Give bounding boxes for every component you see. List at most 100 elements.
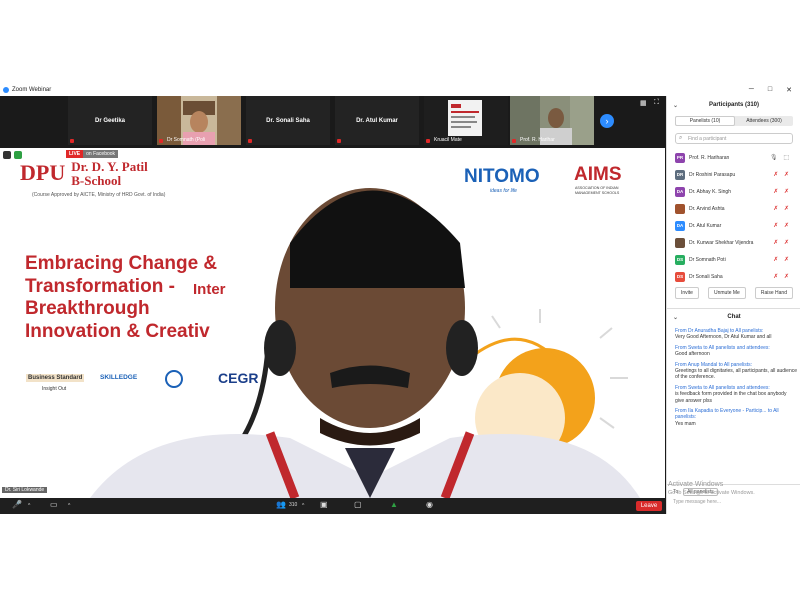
mic-video-muted-icon: ✗ ✗ <box>773 206 791 212</box>
tile-name: Dr Geetika <box>94 117 125 124</box>
tile-prof-hariharan[interactable]: Prof. R. Harihar <box>510 96 594 145</box>
school-subtitle: (Course Approved by AICTE, Ministry of H… <box>32 192 166 198</box>
aims-logo: AIMS <box>574 164 622 185</box>
tile-dr-geetika[interactable]: Dr Geetika <box>68 96 152 145</box>
participant-row[interactable]: DR Dr Roshini Parasapu ✗ ✗ <box>667 166 795 183</box>
collapse-chevron-icon[interactable]: ⌄ <box>673 102 678 109</box>
partner-logo: NITOMO <box>464 166 540 187</box>
tile-label: Kruacil Mate <box>434 137 462 143</box>
record-icon[interactable]: ◉ <box>426 500 433 509</box>
title-bar: Zoom Webinar ─ □ ✕ <box>0 84 800 96</box>
participant-row[interactable]: DS Dr Somnath Poti ✗ ✗ <box>667 251 795 268</box>
participant-row[interactable]: DS Dr Sonali Saha ✗ ✗ <box>667 268 795 285</box>
zoom-app-icon <box>3 87 9 93</box>
stage-status-icons <box>3 151 33 159</box>
chat-icon[interactable]: ▢ <box>354 500 362 509</box>
maximize-button[interactable]: □ <box>768 86 772 94</box>
mic-muted-icon <box>426 139 430 143</box>
chat-message: From Sweta to All panelists and attendee… <box>675 345 797 358</box>
mic-video-muted-icon: ✗ ✗ <box>773 223 791 229</box>
participant-name: Dr. Abhay K. Singh <box>689 188 731 195</box>
qa-icon[interactable]: ▣ <box>320 500 328 509</box>
activate-windows-watermark: Activate Windows Go to Settings to activ… <box>668 480 755 498</box>
participant-row[interactable]: DA Dr. Atul Kumar ✗ ✗ <box>667 217 795 234</box>
collapse-chevron-icon[interactable]: ⌄ <box>673 314 678 321</box>
aims-subtitle: ASSOCIATION OF INDIAN MANAGEMENT SCHOOLS <box>575 186 620 195</box>
participants-icon[interactable]: 👥 <box>276 500 286 509</box>
sponsor-circle-logo <box>165 370 183 388</box>
unmute-me-button[interactable]: Unmute Me <box>707 287 746 299</box>
avatar: DS <box>675 271 685 282</box>
participants-count: 310 <box>289 502 298 508</box>
window-controls: ─ □ ✕ <box>749 86 800 94</box>
participants-options-chevron-icon[interactable]: ^ <box>302 503 304 509</box>
next-page-button[interactable]: › <box>600 114 614 128</box>
tile-dr-somnath[interactable]: Dr Somnath (Poli <box>157 96 241 145</box>
close-button[interactable]: ✕ <box>786 86 792 94</box>
participant-name: Prof. R. Hariharan <box>689 154 730 161</box>
tile-kruacil-mate[interactable]: Kruacil Mate <box>424 96 508 145</box>
chat-text: Yes mam <box>675 420 696 427</box>
gallery-view-icon[interactable]: ▦ <box>640 99 647 107</box>
school-logo-block: DPU Dr. D. Y. Patil B-School <box>20 160 148 188</box>
tile-dr-sonali-saha[interactable]: Dr. Sonali Saha <box>246 96 330 145</box>
main-stage-video: LIVE on Facebook DPU Dr. D. Y. Patil B-S… <box>0 148 665 498</box>
participant-row[interactable]: Dr. Arvind Ashta ✗ ✗ <box>667 200 795 217</box>
raise-hand-button[interactable]: Raise Hand <box>754 287 793 299</box>
share-screen-icon[interactable]: ▲ <box>390 500 398 509</box>
mic-video-muted-icon: ✗ ✗ <box>773 172 791 178</box>
chat-header: ⌄ Chat <box>667 308 800 325</box>
security-shield-icon[interactable] <box>14 151 22 159</box>
tile-name: Dr. Sonali Saha <box>266 117 310 124</box>
participants-title: Participants (310) <box>708 102 760 108</box>
audio-options-chevron-icon[interactable]: ^ <box>28 503 30 509</box>
video-tile-strip: Dr Geetika Dr Somnath (Poli Dr. Sonali S… <box>0 96 665 148</box>
participant-search-input[interactable]: ⌕ Find a participant <box>675 133 793 144</box>
mute-icon[interactable]: 🎤 <box>12 500 22 509</box>
fullscreen-icon[interactable]: ⛶ <box>654 99 659 107</box>
recording-icon <box>25 151 33 159</box>
chat-sender: From Ila Kapadia to Everyone - Particip.… <box>675 408 779 421</box>
participant-name: Dr Somnath Poti <box>689 256 726 263</box>
avatar: DS <box>675 254 685 265</box>
participants-header: ⌄ Participants (310) <box>667 96 800 114</box>
invite-button[interactable]: Invite <box>675 287 699 299</box>
sponsor-tagline: Insight Out <box>42 386 67 392</box>
headline-line: Transformation - <box>25 275 175 297</box>
chat-title: Chat <box>727 314 741 320</box>
sponsor-business-standard: Business Standard <box>26 374 85 382</box>
mic-muted-icon <box>337 139 341 143</box>
dpu-logo: DPU <box>20 160 66 185</box>
participant-name: Dr. Kunwar Shekhar Vijendra <box>689 239 754 246</box>
participant-row[interactable]: Dr. Kunwar Shekhar Vijendra ✗ ✗ <box>667 234 795 251</box>
leave-button[interactable]: Leave <box>636 501 662 511</box>
participant-row[interactable]: PR Prof. R. Hariharan 🎙 ⬚ <box>667 149 795 166</box>
chat-message: From Sweta to All panelists and attendee… <box>675 385 797 404</box>
mic-muted-icon <box>70 139 74 143</box>
tile-label: Prof. R. Harihar <box>520 137 555 143</box>
video-options-chevron-icon[interactable]: ^ <box>68 503 70 509</box>
tab-attendees[interactable]: Attendees (300) <box>735 116 793 126</box>
headline-line: Innovation & Creativ <box>25 320 210 342</box>
minimize-button[interactable]: ─ <box>749 86 754 94</box>
participant-actions: Invite Unmute Me Raise Hand <box>675 287 793 299</box>
tab-panelists[interactable]: Panelists (10) <box>675 116 735 126</box>
chat-message: From Ila Kapadia to Everyone - Particip.… <box>675 408 797 427</box>
participants-tabs: Panelists (10) Attendees (300) <box>675 116 793 126</box>
live-status[interactable]: LIVE on Facebook <box>66 150 119 158</box>
participant-name: Dr. Atul Kumar <box>689 222 722 229</box>
side-panel: ⌄ Participants (310) Panelists (10) Atte… <box>666 96 800 514</box>
school-name-line2: B-School <box>71 173 122 188</box>
mic-video-muted-icon: ✗ ✗ <box>773 274 791 280</box>
tile-dr-atul-kumar[interactable]: Dr. Atul Kumar <box>335 96 419 145</box>
chat-message: From Anup Mandal to All panelists: Greet… <box>675 362 797 381</box>
tile-name: Dr. Atul Kumar <box>356 117 398 124</box>
chat-message-input[interactable]: Type message here... <box>673 499 721 505</box>
video-icon[interactable]: ▭ <box>50 500 58 509</box>
participant-row[interactable]: DA Dr. Abhay K. Singh ✗ ✗ <box>667 183 795 200</box>
avatar-photo <box>675 237 685 248</box>
zoom-window: Zoom Webinar ─ □ ✕ Dr Geetika Dr Somnath… <box>0 84 800 514</box>
mic-muted-icon <box>159 139 163 143</box>
info-icon[interactable] <box>3 151 11 159</box>
mic-video-muted-icon: ✗ ✗ <box>773 257 791 263</box>
